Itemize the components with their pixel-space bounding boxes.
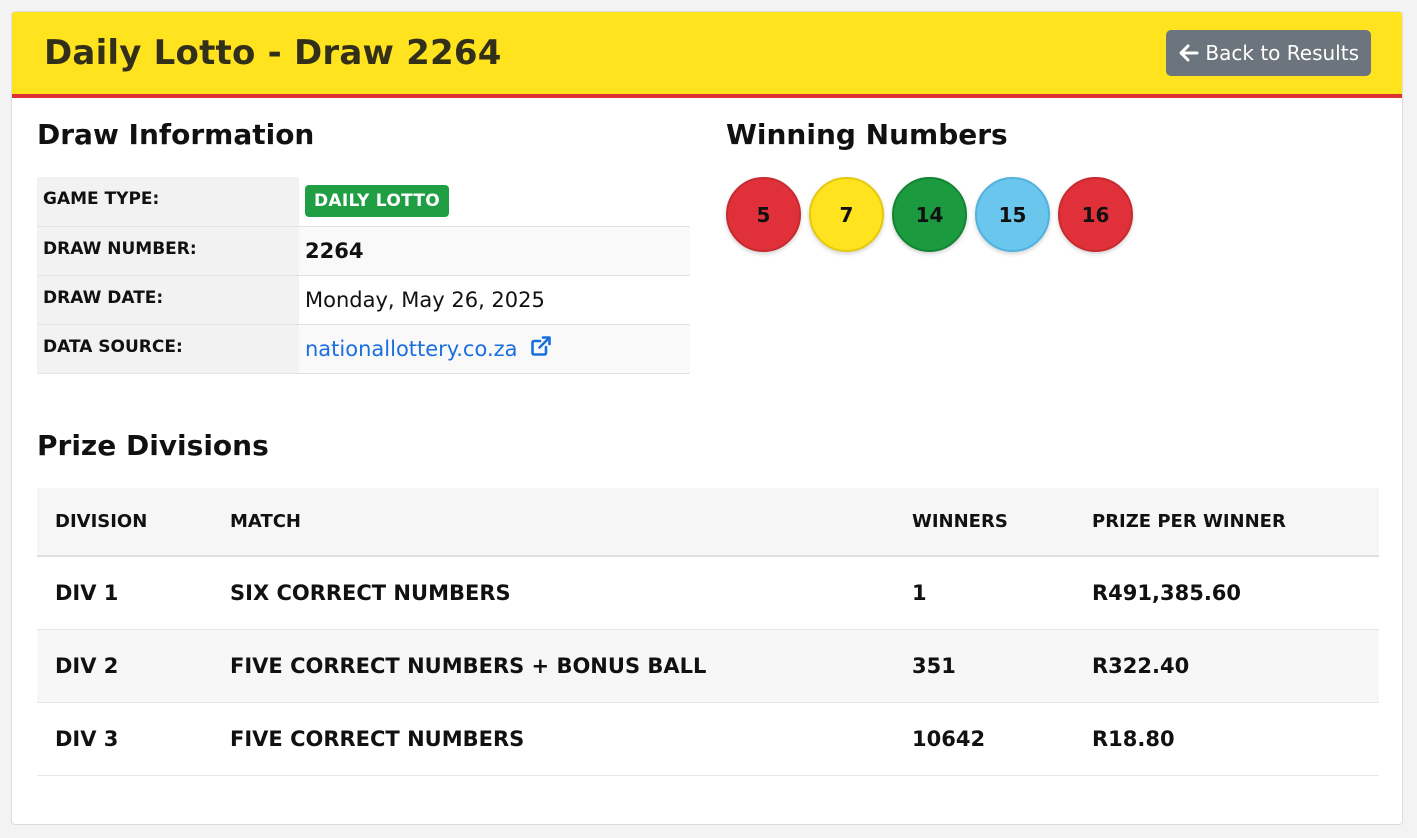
division-cell: DIV 3: [55, 726, 119, 751]
lottery-ball: 14: [892, 177, 967, 252]
external-link-icon: [530, 335, 552, 362]
page-title: Daily Lotto - Draw 2264: [44, 33, 502, 73]
info-label: DATA SOURCE:: [37, 324, 299, 373]
info-label: GAME TYPE:: [37, 177, 299, 226]
lottery-ball: 7: [809, 177, 884, 252]
column-header-winners: WINNERS: [912, 511, 1008, 532]
table-row: DIV 3 FIVE CORRECT NUMBERS 10642 R18.80: [37, 702, 1379, 775]
draw-number-value: 2264: [299, 226, 690, 275]
table-row: DIV 1 SIX CORRECT NUMBERS 1 R491,385.60: [37, 556, 1379, 629]
lottery-ball: 15: [975, 177, 1050, 252]
prize-cell: R18.80: [1092, 726, 1175, 751]
arrow-left-icon: [1179, 43, 1199, 63]
table-row: DIV 2 FIVE CORRECT NUMBERS + BONUS BALL …: [37, 629, 1379, 702]
info-row-draw-date: DRAW DATE: Monday, May 26, 2025: [37, 275, 690, 324]
prize-divisions-table: DIVISION MATCH WINNERS PRIZE PER WINNER …: [37, 488, 1379, 776]
lottery-ball: 5: [726, 177, 801, 252]
back-to-results-button[interactable]: Back to Results: [1166, 30, 1371, 76]
data-source-link[interactable]: nationallottery.co.za: [305, 335, 552, 362]
info-label: DRAW DATE:: [37, 275, 299, 324]
column-header-prize: PRIZE PER WINNER: [1092, 511, 1286, 532]
draw-date-value: Monday, May 26, 2025: [305, 287, 545, 312]
column-header-match: MATCH: [230, 511, 301, 532]
winning-numbers-balls: 5 7 14 15 16: [726, 177, 1133, 252]
match-cell: FIVE CORRECT NUMBERS + BONUS BALL: [230, 653, 707, 678]
winners-cell: 1: [912, 580, 927, 605]
info-row-draw-number: DRAW NUMBER: 2264: [37, 226, 690, 275]
info-row-data-source: DATA SOURCE: nationallottery.co.za: [37, 324, 690, 373]
match-cell: SIX CORRECT NUMBERS: [230, 580, 511, 605]
info-row-game-type: GAME TYPE: DAILY LOTTO: [37, 177, 690, 226]
page-header: Daily Lotto - Draw 2264 Back to Results: [12, 12, 1402, 98]
draw-information-table: GAME TYPE: DAILY LOTTO DRAW NUMBER: 2264…: [37, 177, 690, 374]
winners-cell: 351: [912, 653, 956, 678]
lottery-ball: 16: [1058, 177, 1133, 252]
prize-cell: R322.40: [1092, 653, 1190, 678]
prize-cell: R491,385.60: [1092, 580, 1242, 605]
winning-numbers-heading: Winning Numbers: [726, 118, 1008, 151]
division-cell: DIV 1: [55, 580, 119, 605]
data-source-link-text: nationallottery.co.za: [305, 336, 518, 361]
game-type-badge: DAILY LOTTO: [305, 185, 450, 218]
draw-details-card: Daily Lotto - Draw 2264 Back to Results …: [11, 11, 1403, 825]
prize-header-row: DIVISION MATCH WINNERS PRIZE PER WINNER: [37, 488, 1379, 556]
draw-information-heading: Draw Information: [37, 118, 315, 151]
info-label: DRAW NUMBER:: [37, 226, 299, 275]
division-cell: DIV 2: [55, 653, 119, 678]
match-cell: FIVE CORRECT NUMBERS: [230, 726, 525, 751]
prize-divisions-heading: Prize Divisions: [37, 429, 269, 462]
column-header-division: DIVISION: [55, 511, 148, 532]
back-to-results-label: Back to Results: [1205, 41, 1359, 65]
winners-cell: 10642: [912, 726, 986, 751]
